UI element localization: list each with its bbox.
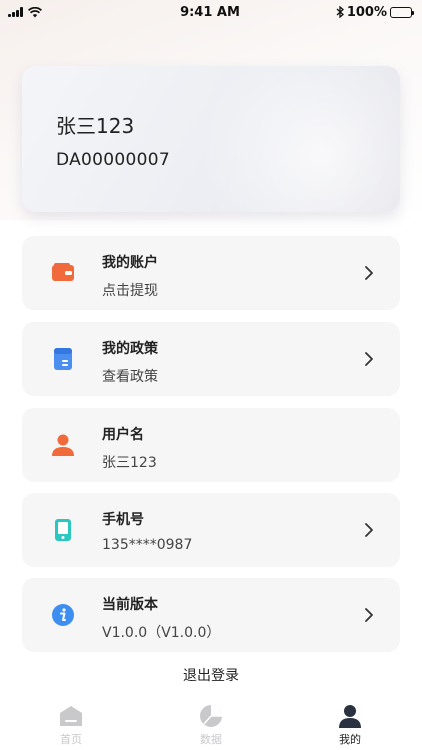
menu-item-account[interactable]: 我的账户 点击提现 [22, 236, 400, 310]
wallet-icon [52, 263, 74, 281]
tab-home[interactable]: 首页 [41, 704, 101, 747]
user-icon [52, 434, 74, 456]
menu-subtitle: 查看政策 [102, 369, 158, 385]
pie-chart-icon [200, 705, 222, 727]
tab-bar: 首页 数据 我的 [0, 700, 422, 750]
tab-data[interactable]: 数据 [181, 704, 241, 747]
chevron-right-icon [365, 523, 373, 537]
menu-title: 我的政策 [102, 341, 158, 357]
policy-book-icon [54, 348, 72, 370]
menu-title: 我的账户 [102, 255, 158, 271]
menu-title: 当前版本 [102, 597, 158, 613]
menu-subtitle: 张三123 [102, 455, 157, 471]
profile-icon [339, 705, 361, 728]
phone-icon [55, 519, 71, 541]
battery-percent: 100% [346, 4, 387, 20]
tab-label: 首页 [60, 733, 82, 746]
status-right: 100% [332, 4, 414, 20]
menu-title: 用户名 [102, 427, 144, 443]
info-icon [52, 604, 74, 626]
tab-mine[interactable]: 我的 [320, 704, 380, 747]
status-left [8, 6, 88, 18]
profile-id: DA00000007 [56, 150, 170, 170]
menu-subtitle: 135****0987 [102, 537, 193, 553]
profile-card: 张三123 DA00000007 [22, 66, 400, 212]
home-icon [60, 706, 82, 726]
menu-item-policy[interactable]: 我的政策 查看政策 [22, 322, 400, 396]
chevron-right-icon [365, 608, 373, 622]
chevron-right-icon [365, 266, 373, 280]
wifi-icon [28, 6, 42, 17]
bluetooth-icon [336, 6, 344, 18]
menu-item-phone[interactable]: 手机号 135****0987 [22, 493, 400, 567]
tab-label: 数据 [200, 733, 222, 746]
menu-subtitle: 点击提现 [102, 283, 158, 299]
profile-name: 张三123 [56, 114, 135, 138]
tab-label: 我的 [339, 733, 361, 746]
menu-subtitle: V1.0.0（V1.0.0） [102, 625, 221, 641]
menu-item-version[interactable]: 当前版本 V1.0.0（V1.0.0） [22, 578, 400, 652]
battery-icon [389, 6, 414, 18]
menu-title: 手机号 [102, 512, 144, 528]
menu-item-username: 用户名 张三123 [22, 408, 400, 482]
status-time: 9:41 AM [180, 4, 240, 20]
cellular-signal-icon [8, 7, 23, 17]
logout-button[interactable]: 退出登录 [0, 665, 422, 685]
chevron-right-icon [365, 352, 373, 366]
status-bar: 9:41 AM 100% [0, 0, 422, 24]
